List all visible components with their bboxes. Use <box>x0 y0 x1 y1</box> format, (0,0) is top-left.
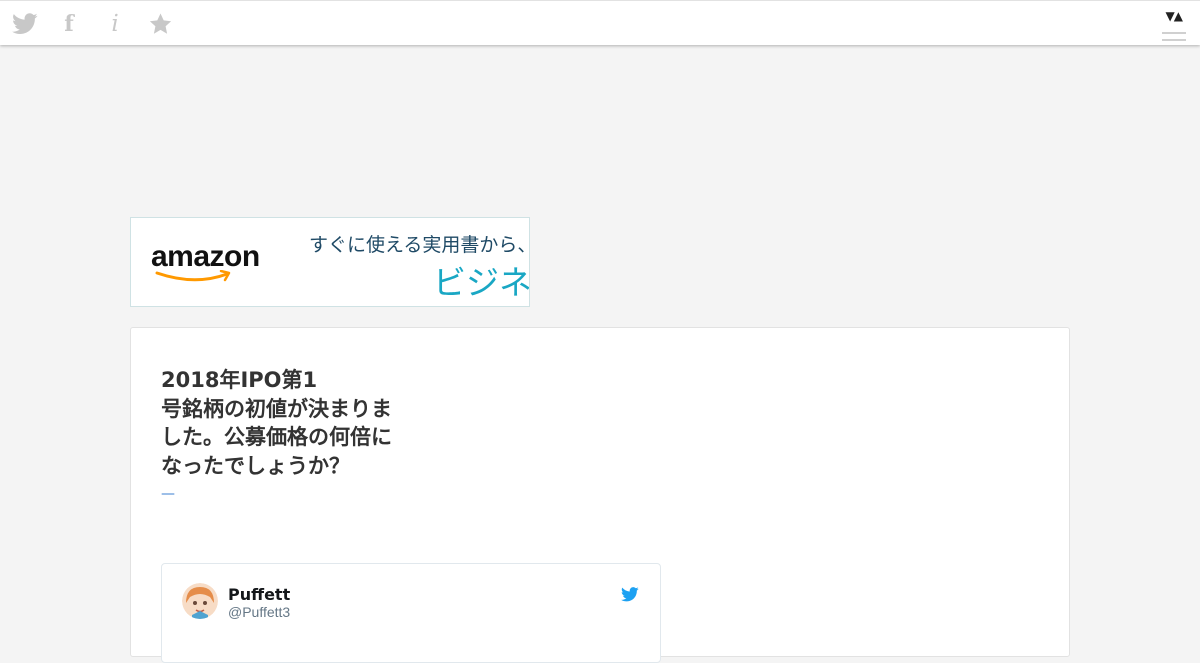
menu-icon[interactable] <box>1162 32 1186 46</box>
banner-tagline: すぐに使える実用書から、話 <box>309 234 529 256</box>
avatar[interactable] <box>182 583 218 619</box>
post-link[interactable]: — <box>161 486 175 502</box>
post-line: なったでしょうか？ <box>161 453 350 478</box>
post-line: した。公募価格の何倍に <box>161 425 392 449</box>
info-glyph: i <box>111 11 119 37</box>
menu-line <box>1162 39 1186 41</box>
tweet-author-name[interactable]: Puffett <box>228 585 290 604</box>
menu-line <box>1162 32 1186 34</box>
post-card: 2018年IPO第1 号銘柄の初値が決まりま した。公募価格の何倍に なったでし… <box>130 327 1070 663</box>
top-toolbar: f i ▼▲ <box>0 0 1200 45</box>
sort-toggle-icon[interactable]: ▼▲ <box>1166 9 1183 23</box>
facebook-glyph: f <box>64 11 74 37</box>
twitter-bird-icon[interactable] <box>621 587 639 602</box>
facebook-icon[interactable]: f <box>58 11 80 37</box>
amazon-ad-banner[interactable]: amazon すぐに使える実用書から、話 ビジネス <box>130 217 530 307</box>
embedded-tweet[interactable]: Puffett @Puffett3 <box>161 563 661 663</box>
tweet-author-handle[interactable]: @Puffett3 <box>228 604 290 620</box>
amazon-logo: amazon <box>151 240 260 273</box>
star-icon[interactable] <box>147 11 173 37</box>
post-body: 2018年IPO第1 号銘柄の初値が決まりま した。公募価格の何倍に なったでし… <box>161 366 392 480</box>
post-line: 号銘柄の初値が決まりま <box>161 396 392 421</box>
post-line: 2018年IPO第1 <box>161 368 318 392</box>
twitter-icon[interactable] <box>12 11 38 37</box>
amazon-smile-icon <box>155 270 231 282</box>
info-icon[interactable]: i <box>104 11 126 37</box>
banner-headline: ビジネス <box>433 263 530 302</box>
